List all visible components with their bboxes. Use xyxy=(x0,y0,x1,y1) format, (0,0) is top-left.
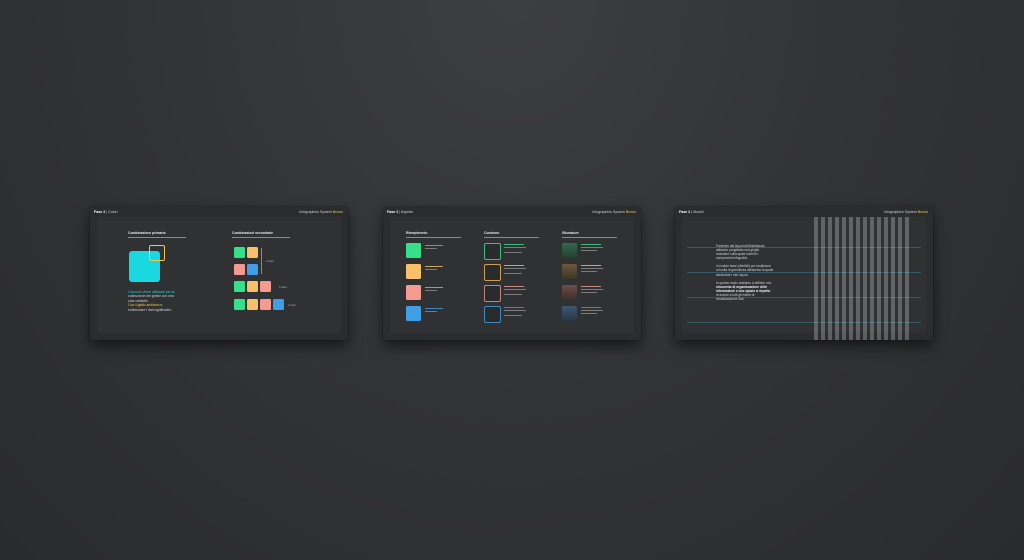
grid-column xyxy=(835,217,839,340)
grid-column xyxy=(842,217,846,340)
grid-column xyxy=(814,217,818,340)
grid-column xyxy=(856,217,860,340)
grid-column xyxy=(870,217,874,340)
orange-swatch xyxy=(247,299,258,310)
primary-title: Combinazione primaria xyxy=(128,231,166,235)
slide-aspetto[interactable]: Fase 2 | Aspetto Infographics System Bro… xyxy=(383,207,641,340)
grid-column xyxy=(877,217,881,340)
four-colors-label: 4 colori xyxy=(288,304,296,307)
grid-column xyxy=(863,217,867,340)
slide-canvas: Riempimento Contorno Sfumature xyxy=(390,217,634,333)
pink-swatch xyxy=(234,264,245,275)
slide-canvas: Partendo dal layout dell'interfaccia abb… xyxy=(682,217,926,333)
yellow-outline-swatch xyxy=(149,245,165,261)
grid-column xyxy=(821,217,825,340)
slide-canvas: Combinazione primaria L'azzurro viene ut… xyxy=(97,217,341,333)
primary-description: L'azzurro viene utilizzato per la costru… xyxy=(128,290,175,312)
brand-label: Infographics System Brown xyxy=(592,210,636,214)
slide-header: Fase 2 | Aspetto xyxy=(387,210,414,214)
secondary-title: Combinazioni secondarie xyxy=(232,231,274,235)
orange-swatch xyxy=(247,247,258,258)
slide-colori[interactable]: Fase 2 | Colori Infographics System Brow… xyxy=(90,207,348,340)
bracket xyxy=(261,248,262,274)
slide-header: Fase 2 | Moduli xyxy=(679,210,704,214)
slide-header: Fase 2 | Colori xyxy=(94,210,118,214)
green-swatch xyxy=(234,247,245,258)
brand-label: Infographics System Brown xyxy=(884,210,928,214)
two-colors-label: 2 colori xyxy=(266,260,274,263)
pink-swatch xyxy=(260,281,271,292)
grid-column xyxy=(884,217,888,340)
brand-label: Infographics System Brown xyxy=(299,210,343,214)
grid-column xyxy=(891,217,895,340)
grid-column xyxy=(898,217,902,340)
orange-swatch xyxy=(247,281,258,292)
grid-column xyxy=(905,217,909,340)
spec-lines xyxy=(425,244,603,316)
blue-swatch xyxy=(247,264,258,275)
three-colors-label: 3 colori xyxy=(279,286,287,289)
divider xyxy=(232,236,290,238)
green-swatch xyxy=(234,299,245,310)
modules-description: Partendo dal layout dell'interfaccia abb… xyxy=(716,244,774,302)
pink-swatch xyxy=(260,299,271,310)
grid-column xyxy=(828,217,832,340)
blue-swatch xyxy=(273,299,284,310)
green-swatch xyxy=(234,281,245,292)
slide-moduli[interactable]: Fase 2 | Moduli Infographics System Brow… xyxy=(675,207,933,340)
grid-column xyxy=(849,217,853,340)
divider xyxy=(128,236,186,238)
